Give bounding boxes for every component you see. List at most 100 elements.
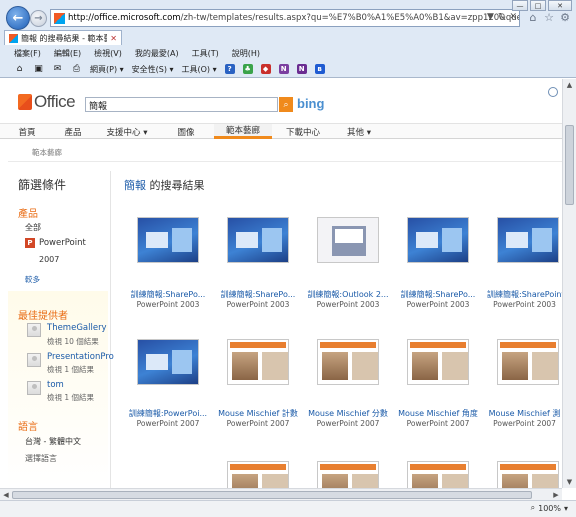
chevron-down-icon: ▾ <box>563 503 568 513</box>
template-title[interactable]: 訓練簡報:SharePo... <box>127 289 209 300</box>
template-title[interactable]: 訓練簡報:PowerPoi... <box>127 408 209 419</box>
stop-icon[interactable]: ✕ <box>509 12 517 22</box>
search-input[interactable]: 簡報 <box>85 97 278 112</box>
minimize-button[interactable]: — <box>512 0 528 11</box>
research-icon[interactable]: ◆ <box>260 64 271 74</box>
breadcrumb[interactable]: 範本藝廊 <box>32 147 62 158</box>
template-title[interactable]: Mouse Mischief 角度 <box>397 408 479 419</box>
template-thumbnail[interactable] <box>407 461 469 488</box>
providers-heading: 最佳提供者 <box>18 311 68 322</box>
globe-icon[interactable] <box>548 87 558 97</box>
tab-close-icon[interactable]: ✕ <box>110 34 117 43</box>
back-button[interactable]: ← <box>6 6 30 30</box>
provider-presentationpro[interactable]: PresentationPro <box>47 352 114 362</box>
search-button[interactable]: ⌕ <box>279 97 293 112</box>
filter-all[interactable]: 全部 <box>25 222 41 233</box>
tab-active[interactable]: 簡報 的搜尋結果 - 範本藝廊... ✕ <box>4 30 122 45</box>
provider-themegallery[interactable]: ThemeGallery <box>47 323 107 333</box>
filter-title: 篩選條件 <box>18 178 67 192</box>
menu-favorites[interactable]: 我的最愛(A) <box>135 48 179 59</box>
nav-images[interactable]: 圖像 <box>158 124 214 139</box>
scroll-up-icon[interactable]: ▲ <box>563 79 576 91</box>
template-title[interactable]: 訓練簡報:SharePo... <box>397 289 479 300</box>
address-tools: ▼ ↻ ✕ <box>487 12 517 22</box>
provider-count[interactable]: 檢視 1 個結果 <box>47 364 94 375</box>
menu-edit[interactable]: 編輯(E) <box>54 48 81 59</box>
help-icon[interactable]: ? <box>224 64 235 74</box>
nav-more[interactable]: 其他 ▾ <box>334 124 384 139</box>
template-title[interactable]: 訓練簡報:SharePo... <box>217 289 299 300</box>
template-title[interactable]: 訓練簡報:Outlook 2... <box>307 289 389 300</box>
horizontal-scrollbar[interactable]: ◀ ▶ <box>0 488 562 500</box>
nav-support[interactable]: 支援中心 ▾ <box>96 124 158 139</box>
template-title[interactable]: Mouse Mischief 測 <box>487 408 562 419</box>
page-menu[interactable]: 網頁(P) ▾ <box>90 64 124 75</box>
office-logo[interactable]: Office <box>18 93 76 110</box>
addon-icon[interactable]: ♣ <box>242 64 253 74</box>
template-thumbnail[interactable] <box>497 339 559 385</box>
home-icon[interactable]: ⌂ <box>526 10 540 24</box>
template-thumbnail[interactable] <box>137 217 199 263</box>
tools-menu[interactable]: 工具(O) ▾ <box>182 64 217 75</box>
template-thumbnail[interactable] <box>407 217 469 263</box>
template-thumbnail[interactable] <box>497 217 559 263</box>
provider-count[interactable]: 檢視 1 個結果 <box>47 392 94 403</box>
home-icon[interactable]: ⌂ <box>14 64 25 75</box>
dropdown-icon[interactable]: ▼ <box>487 12 494 22</box>
feeds-icon[interactable]: ▣ <box>33 64 44 75</box>
nav-downloads[interactable]: 下載中心 <box>272 124 334 139</box>
template-version: PowerPoint 2003 <box>226 300 290 309</box>
safety-menu[interactable]: 安全性(S) ▾ <box>132 64 174 75</box>
menu-tools[interactable]: 工具(T) <box>192 48 219 59</box>
onenote-send-icon[interactable]: N <box>296 64 307 74</box>
favorites-icon[interactable]: ☆ <box>542 10 556 24</box>
template-thumbnail[interactable] <box>227 339 289 385</box>
bluetooth-icon[interactable]: ʙ <box>314 64 325 74</box>
template-thumbnail[interactable] <box>317 217 379 263</box>
forward-button[interactable]: → <box>30 10 47 27</box>
template-version: PowerPoint 2003 <box>136 300 200 309</box>
provider-tom[interactable]: tom <box>47 380 64 390</box>
tab-title: 簡報 的搜尋結果 - 範本藝廊... <box>21 33 107 43</box>
menu-file[interactable]: 檔案(F) <box>14 48 41 59</box>
template-thumbnail[interactable] <box>227 217 289 263</box>
template-title[interactable]: Mouse Mischief 計數 <box>217 408 299 419</box>
site-header: Office 簡報 ⌕ bing <box>0 79 562 123</box>
template-thumbnail[interactable] <box>227 461 289 488</box>
scroll-left-icon[interactable]: ◀ <box>0 489 12 500</box>
horizontal-scroll-thumb[interactable] <box>12 491 532 499</box>
template-title[interactable]: Mouse Mischief 分數 <box>307 408 389 419</box>
template-version: PowerPoint 2007 <box>493 419 556 428</box>
template-version: PowerPoint 2003 <box>316 300 380 309</box>
print-icon[interactable]: ⎙ <box>71 64 82 75</box>
more-link[interactable]: 較多 <box>25 274 40 285</box>
select-language-link[interactable]: 選擇語言 <box>25 453 57 464</box>
template-thumbnail[interactable] <box>137 339 199 385</box>
close-window-button[interactable]: ✕ <box>548 0 572 11</box>
scroll-down-icon[interactable]: ▼ <box>563 476 576 488</box>
menu-help[interactable]: 說明(H) <box>232 48 260 59</box>
maximize-button[interactable]: □ <box>530 0 546 11</box>
filter-powerpoint-2007[interactable]: 2007 <box>39 255 59 264</box>
template-thumbnail[interactable] <box>407 339 469 385</box>
onenote-icon[interactable]: N <box>278 64 289 74</box>
zoom-control[interactable]: ⌕ 100% ▾ <box>531 503 568 513</box>
menu-view[interactable]: 檢視(V) <box>94 48 122 59</box>
settings-gear-icon[interactable]: ⚙ <box>558 10 572 24</box>
scroll-right-icon[interactable]: ▶ <box>550 489 562 500</box>
nav-templates[interactable]: 範本藝廊 <box>214 124 272 139</box>
template-title[interactable]: 訓練簡報:SharePoint <box>487 289 562 300</box>
nav-products[interactable]: 產品 <box>50 124 96 139</box>
nav-home[interactable]: 首頁 <box>4 124 50 139</box>
template-thumbnail[interactable] <box>317 339 379 385</box>
refresh-icon[interactable]: ↻ <box>498 12 506 22</box>
filter-powerpoint[interactable]: PowerPoint <box>39 238 86 248</box>
mail-icon[interactable]: ✉ <box>52 64 63 75</box>
provider-count[interactable]: 檢視 10 個結果 <box>47 336 99 347</box>
vertical-scrollbar[interactable]: ▲ ▼ <box>562 79 576 488</box>
tab-favicon-icon <box>9 33 18 43</box>
template-thumbnail[interactable] <box>317 461 379 488</box>
address-bar[interactable]: http://office.microsoft.com/zh-tw/templa… <box>50 9 520 27</box>
template-thumbnail[interactable] <box>497 461 559 488</box>
vertical-scroll-thumb[interactable] <box>565 125 574 205</box>
